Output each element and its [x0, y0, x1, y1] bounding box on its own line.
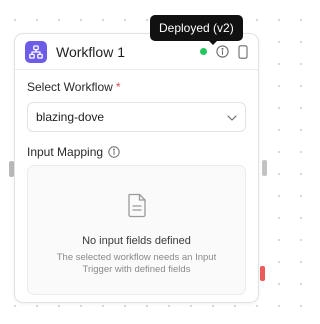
info-icon[interactable]: [216, 45, 229, 58]
deployed-status-dot[interactable]: [200, 48, 207, 55]
workflow-node-card[interactable]: Workflow 1 Select Workflow * blazing-dov…: [14, 33, 259, 303]
required-asterisk: *: [115, 80, 121, 94]
mobile-view-icon[interactable]: [238, 44, 248, 59]
tooltip-arrow: [208, 40, 218, 45]
input-mapping-info-icon[interactable]: [108, 146, 120, 158]
input-mapping-label: Input Mapping: [27, 145, 246, 159]
workflow-select[interactable]: blazing-dove: [27, 102, 246, 132]
chevron-down-icon: [227, 110, 237, 124]
select-workflow-label: Select Workflow *: [27, 80, 246, 94]
node-body: Select Workflow * blazing-dove Input Map…: [15, 70, 258, 295]
header-actions: [200, 44, 248, 59]
workflow-select-value: blazing-dove: [36, 110, 105, 124]
empty-state-description: The selected workflow needs an Input Tri…: [56, 252, 217, 275]
node-title: Workflow 1: [56, 43, 125, 60]
document-icon: [127, 193, 147, 223]
empty-state-title: No input fields defined: [82, 235, 191, 247]
workflow-icon: [25, 40, 47, 63]
right-connection-handle[interactable]: [262, 160, 267, 176]
input-mapping-empty-state: No input fields defined The selected wor…: [27, 165, 246, 295]
tooltip-text: Deployed (v2): [159, 21, 234, 35]
error-connection-handle[interactable]: [260, 266, 265, 281]
input-mapping-label-text: Input Mapping: [27, 145, 104, 159]
select-workflow-label-text: Select Workflow: [27, 80, 113, 94]
deployed-tooltip: Deployed (v2): [150, 15, 243, 41]
